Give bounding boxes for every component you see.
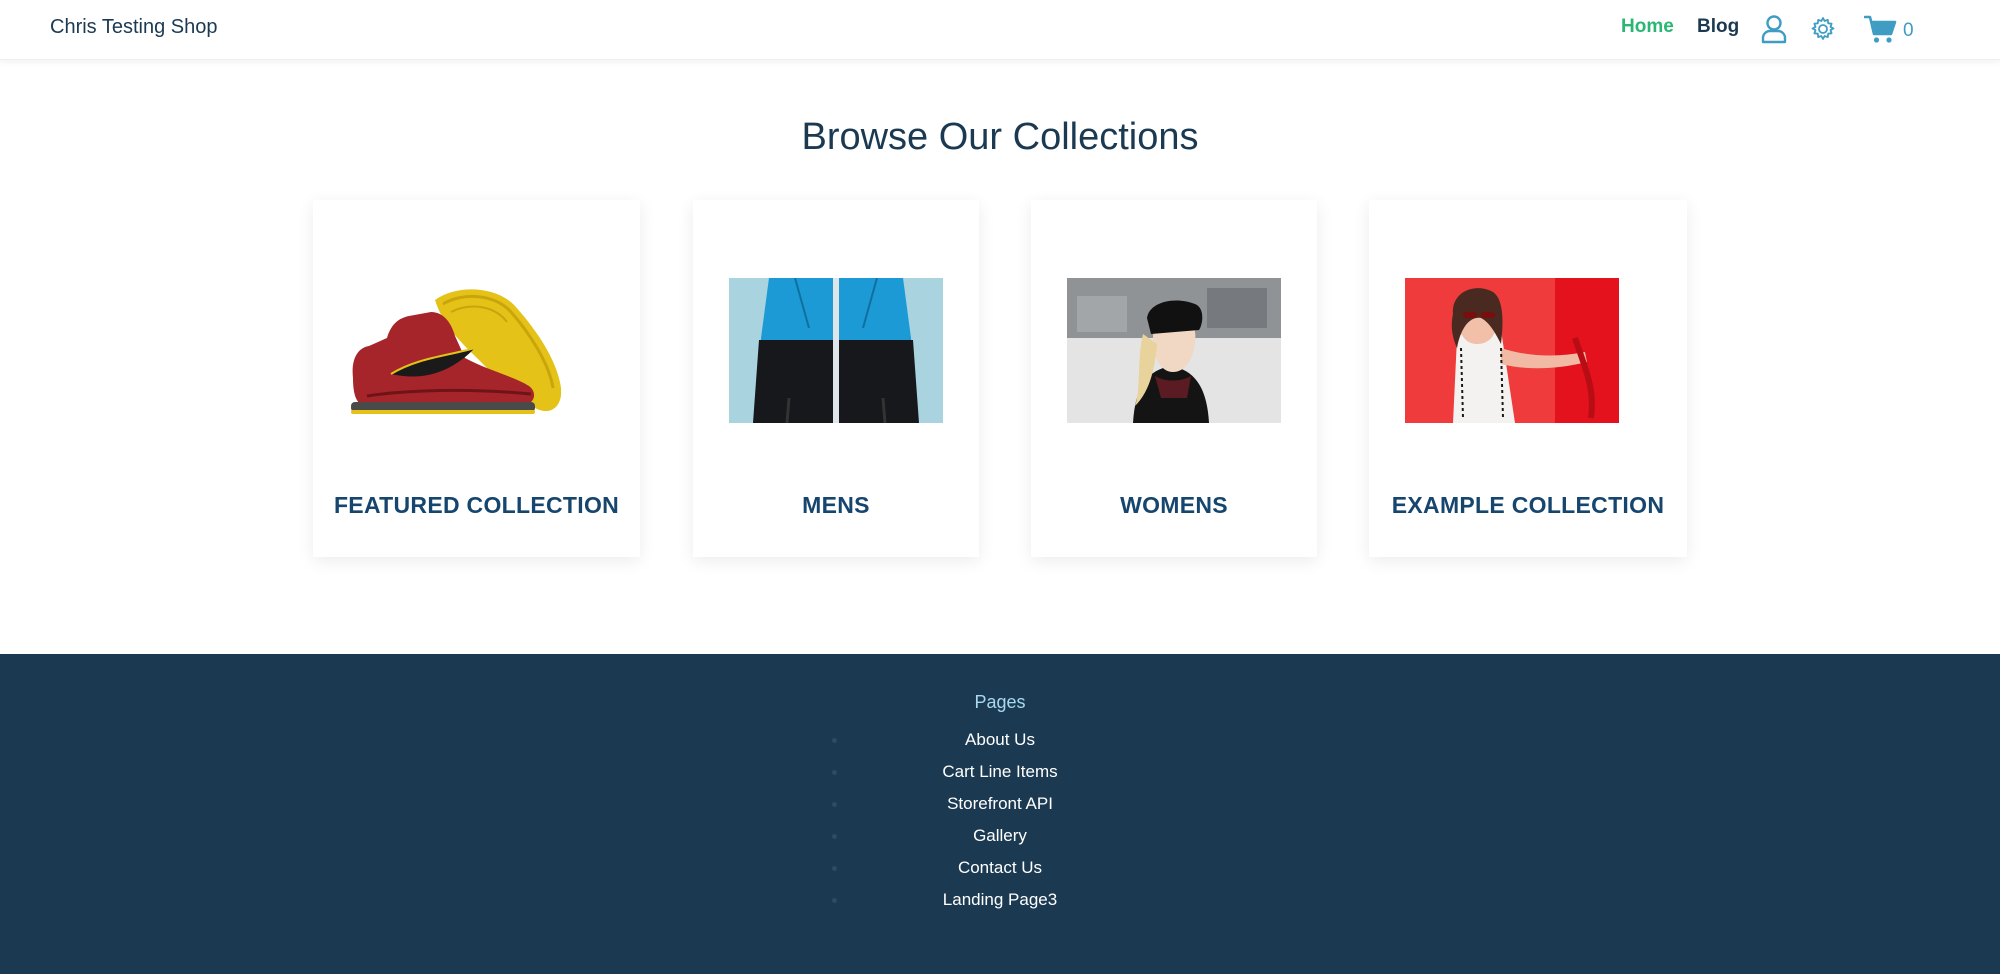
nav-blog-link[interactable]: Blog [1697, 16, 1739, 38]
site-footer: Pages About Us Cart Line Items Storefron… [0, 654, 2000, 974]
bullet-icon [832, 802, 837, 807]
collection-label-womens[interactable]: WOMENS [1031, 492, 1317, 519]
collection-label-featured[interactable]: FEATURED COLLECTION [313, 492, 640, 519]
bullet-icon [832, 834, 837, 839]
user-icon[interactable] [1760, 14, 1788, 44]
collection-card-womens[interactable]: WOMENS [1031, 200, 1317, 557]
footer-item: Gallery [0, 826, 2000, 858]
cart-count-badge[interactable]: 0 [1903, 20, 1914, 42]
nav-home-link[interactable]: Home [1621, 16, 1674, 38]
footer-link-cart-line-items[interactable]: Cart Line Items [942, 762, 1057, 781]
footer-link-landing-page3[interactable]: Landing Page3 [943, 890, 1057, 909]
footer-item: Landing Page3 [0, 890, 2000, 922]
woman-hat-image [1067, 278, 1281, 423]
footer-link-storefront-api[interactable]: Storefront API [947, 794, 1053, 813]
jacket-image [729, 278, 943, 423]
bullet-icon [832, 770, 837, 775]
site-header: Chris Testing Shop Home Blog 0 [0, 0, 2000, 60]
footer-link-gallery[interactable]: Gallery [973, 826, 1027, 845]
footer-link-contact-us[interactable]: Contact Us [958, 858, 1042, 877]
cart-icon[interactable] [1864, 14, 1898, 44]
bullet-icon [832, 898, 837, 903]
woman-red-image [1405, 278, 1619, 423]
collection-label-example[interactable]: EXAMPLE COLLECTION [1369, 492, 1687, 519]
footer-item: Storefront API [0, 794, 2000, 826]
footer-item: Contact Us [0, 858, 2000, 890]
collection-card-featured[interactable]: FEATURED COLLECTION [313, 200, 640, 557]
bullet-icon [832, 866, 837, 871]
collection-card-example[interactable]: EXAMPLE COLLECTION [1369, 200, 1687, 557]
footer-heading: Pages [974, 692, 1026, 712]
footer-item: Cart Line Items [0, 762, 2000, 794]
footer-link-about-us[interactable]: About Us [965, 730, 1035, 749]
bullet-icon [832, 738, 837, 743]
page-title: Browse Our Collections [801, 116, 1199, 158]
shop-name-link[interactable]: Chris Testing Shop [50, 16, 218, 39]
collection-card-mens[interactable]: MENS [693, 200, 979, 557]
footer-links-list: About Us Cart Line Items Storefront API … [0, 730, 2000, 922]
footer-item: About Us [0, 730, 2000, 762]
sneaker-image [351, 289, 561, 414]
collection-label-mens[interactable]: MENS [693, 492, 979, 519]
gear-icon[interactable] [1810, 16, 1836, 42]
